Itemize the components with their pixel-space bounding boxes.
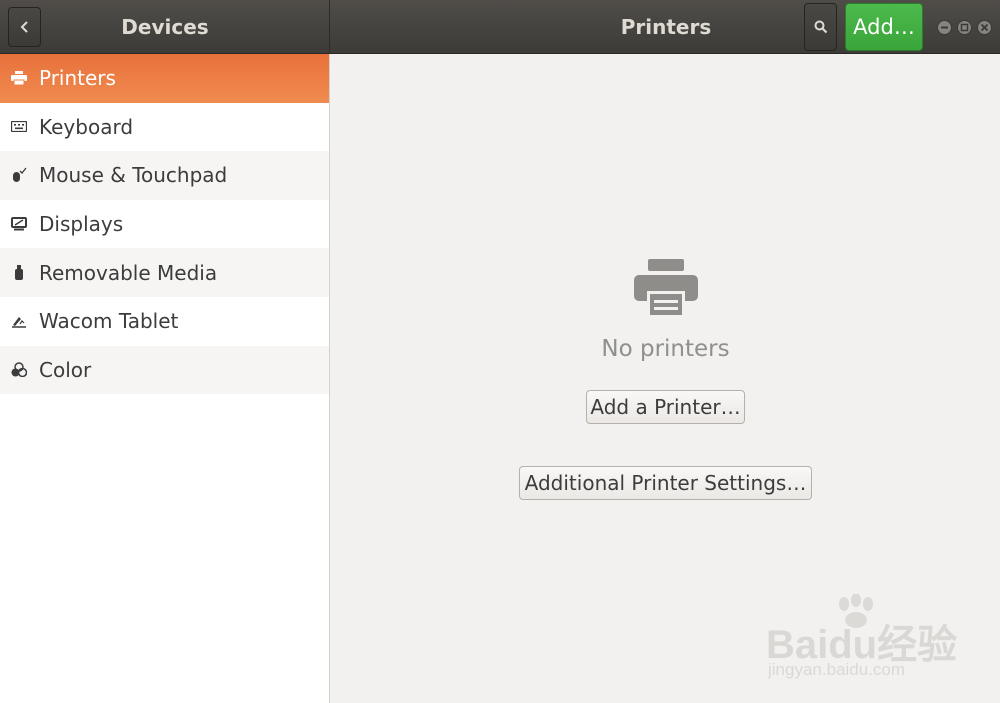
maximize-icon	[960, 23, 969, 32]
header-bar: Devices Printers Add…	[0, 0, 1000, 54]
sidebar-item-label: Removable Media	[39, 260, 218, 285]
sidebar-item-label: Keyboard	[39, 114, 134, 139]
chevron-left-icon	[20, 21, 28, 33]
header-left-pane: Devices	[0, 0, 330, 54]
printers-panel: No printers Add a Printer… Additional Pr…	[331, 54, 1000, 703]
tablet-pen-icon	[10, 312, 28, 330]
usb-drive-icon	[10, 264, 28, 282]
sidebar-item-label: Mouse & Touchpad	[39, 163, 228, 188]
sidebar-item-mouse-touchpad[interactable]: Mouse & Touchpad	[0, 151, 329, 200]
watermark: Baidu经验 jingyan.baidu.com	[766, 594, 966, 689]
search-icon	[814, 20, 827, 34]
sidebar-item-label: Displays	[39, 212, 124, 237]
back-button[interactable]	[8, 7, 41, 47]
sidebar-item-printers[interactable]: Printers	[0, 54, 329, 103]
sidebar-item-label: Printers	[39, 66, 116, 91]
mouse-icon	[10, 166, 28, 184]
sidebar-item-removable-media[interactable]: Removable Media	[0, 248, 329, 297]
minimize-button[interactable]	[937, 20, 952, 35]
close-button[interactable]	[977, 20, 992, 35]
empty-state-label: No printers	[601, 336, 730, 362]
add-button[interactable]: Add…	[845, 3, 923, 51]
sidebar: Printers Keyboard Mouse & Touchpad Displ…	[0, 54, 330, 703]
sidebar-item-displays[interactable]: Displays	[0, 200, 329, 249]
page-title: Printers	[620, 15, 712, 39]
maximize-button[interactable]	[957, 20, 972, 35]
color-icon	[10, 361, 28, 379]
minimize-icon	[941, 26, 948, 29]
sidebar-item-keyboard[interactable]: Keyboard	[0, 103, 329, 152]
additional-printer-settings-button[interactable]: Additional Printer Settings…	[519, 466, 812, 500]
search-button[interactable]	[804, 3, 837, 51]
sidebar-item-color[interactable]: Color	[0, 345, 329, 395]
add-printer-button[interactable]: Add a Printer…	[586, 390, 745, 424]
printer-icon	[10, 69, 28, 87]
display-icon	[10, 215, 28, 233]
keyboard-icon	[10, 118, 28, 136]
panel-title: Devices	[121, 15, 209, 39]
sidebar-item-label: Wacom Tablet	[39, 309, 179, 334]
sidebar-item-label: Color	[39, 357, 92, 382]
watermark-url: jingyan.baidu.com	[768, 660, 906, 679]
sidebar-item-wacom-tablet[interactable]: Wacom Tablet	[0, 297, 329, 346]
printer-icon	[634, 259, 698, 317]
close-icon	[980, 23, 989, 32]
